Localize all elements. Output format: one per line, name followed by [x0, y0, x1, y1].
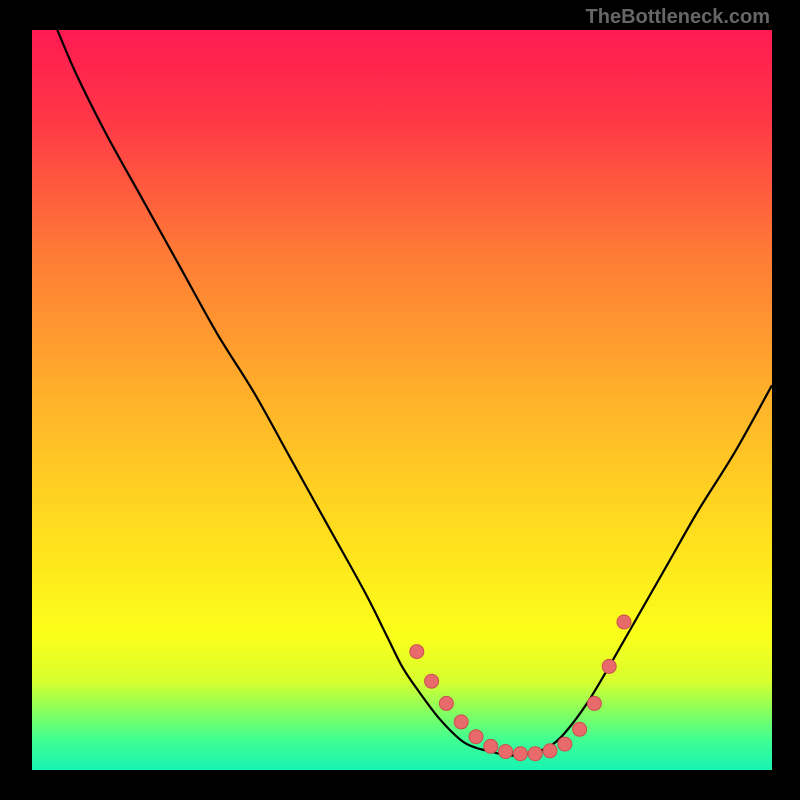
- dot-point: [543, 744, 557, 758]
- dot-point: [528, 747, 542, 761]
- dot-point: [425, 674, 439, 688]
- dot-point: [617, 615, 631, 629]
- dot-point: [602, 659, 616, 673]
- dot-point: [439, 696, 453, 710]
- dot-point: [587, 696, 601, 710]
- dot-point: [410, 645, 424, 659]
- dot-point: [454, 715, 468, 729]
- dot-point: [573, 722, 587, 736]
- dot-point: [469, 730, 483, 744]
- highlight-dots: [32, 30, 772, 770]
- chart-container: TheBottleneck.com: [0, 0, 800, 800]
- plot-area: [32, 30, 772, 770]
- watermark-text: TheBottleneck.com: [586, 6, 770, 29]
- dot-point: [558, 737, 572, 751]
- dot-point: [513, 747, 527, 761]
- dot-point: [484, 739, 498, 753]
- dot-point: [499, 745, 513, 759]
